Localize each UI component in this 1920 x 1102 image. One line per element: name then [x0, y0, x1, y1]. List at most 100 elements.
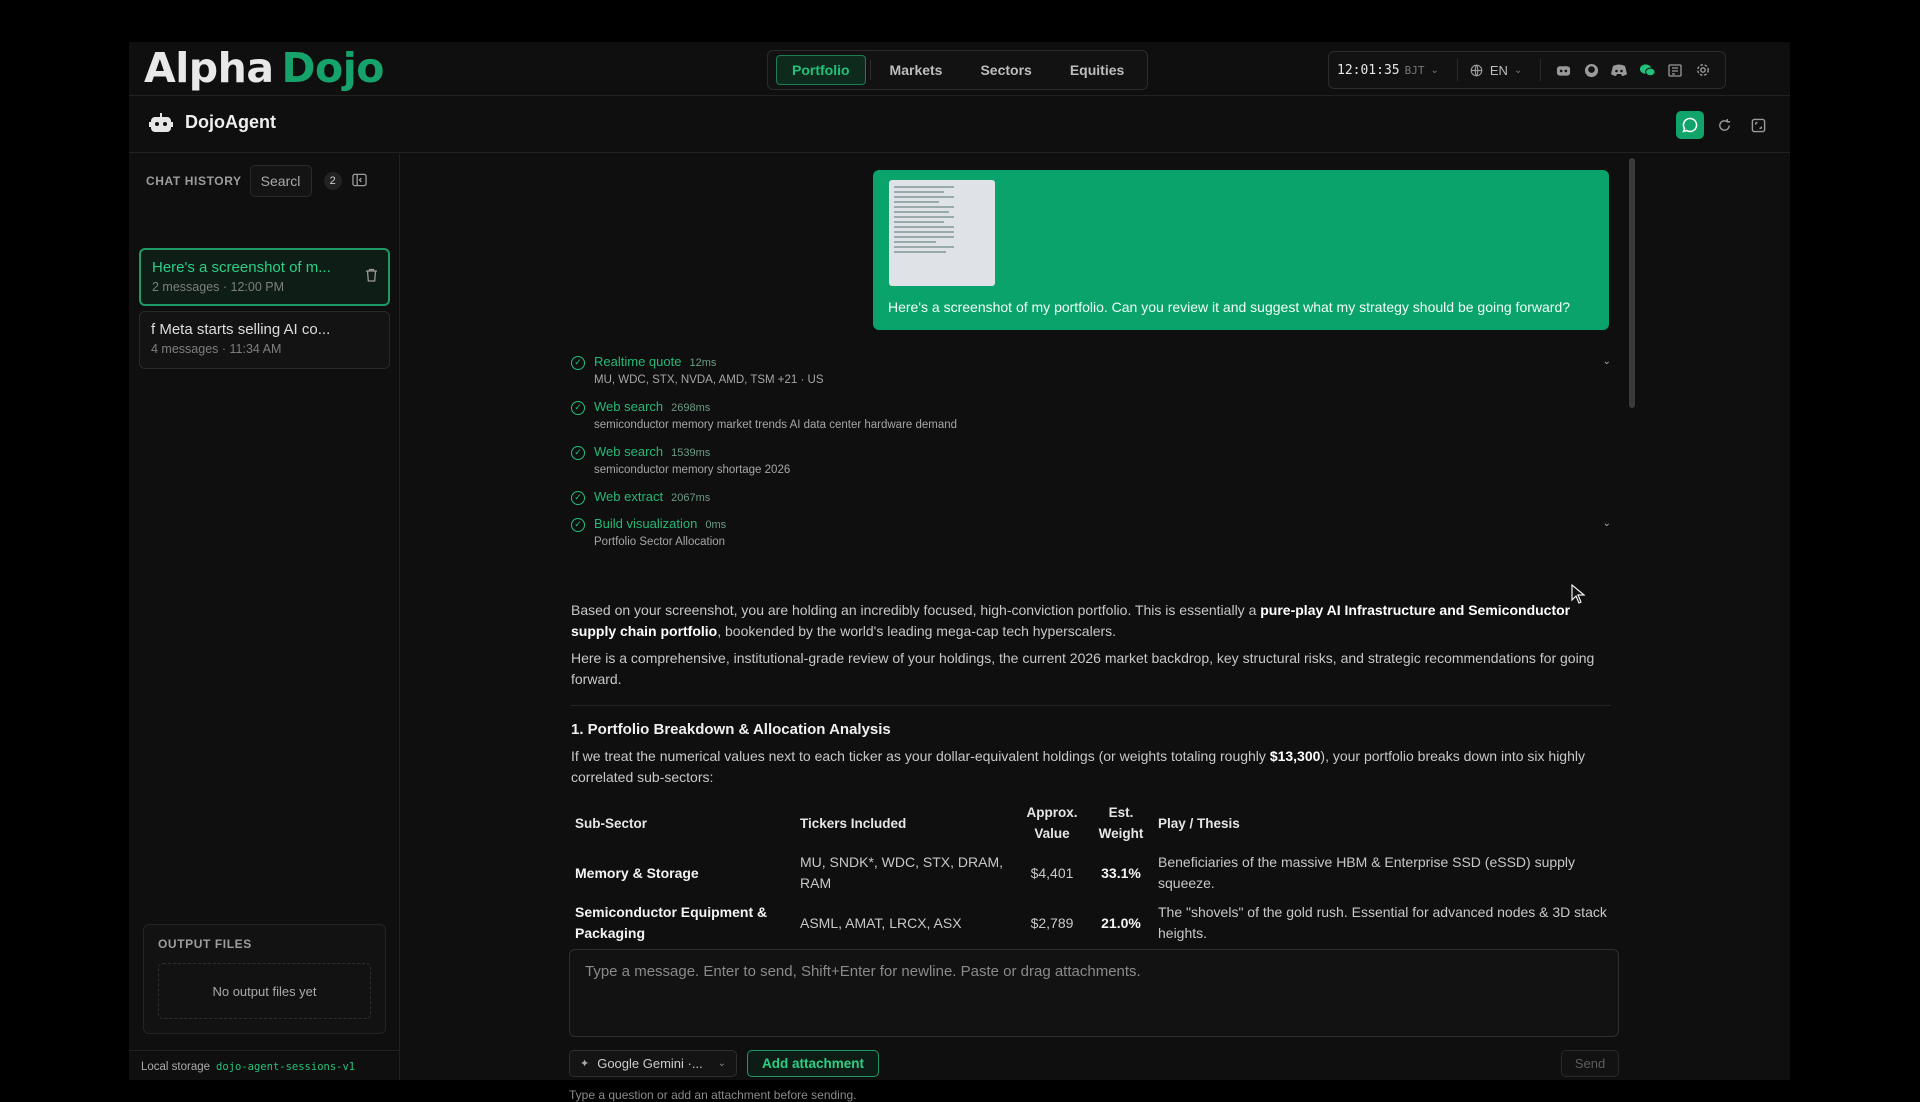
wechat-icon[interactable] [1635, 58, 1659, 82]
chat-title: f Meta starts selling AI co... [151, 321, 331, 338]
nav-tab-markets[interactable]: Markets [875, 56, 958, 84]
tool-call-item[interactable]: ✓ Build visualization 0ms Portfolio Secto… [571, 516, 1611, 561]
robot-icon[interactable] [1551, 58, 1575, 82]
agent-actions [1670, 111, 1772, 139]
check-circle-icon: ✓ [571, 401, 585, 415]
newspaper-icon[interactable] [1663, 58, 1687, 82]
scrollbar[interactable] [1629, 158, 1635, 408]
divider [1456, 59, 1458, 81]
response-paragraph: Here is a comprehensive, institutional-g… [571, 650, 1595, 687]
nav-divider [869, 60, 871, 80]
clock-time: 12:01:35 [1337, 62, 1400, 78]
column-header: Sub-Sector [575, 815, 648, 831]
nav-tab-equities[interactable]: Equities [1055, 56, 1139, 84]
tool-description: semiconductor memory market trends AI da… [594, 419, 958, 431]
output-files-empty: No output files yet [158, 963, 371, 1019]
nav-tab-sectors[interactable]: Sectors [965, 56, 1046, 84]
divider [1540, 59, 1542, 81]
column-header: Approx. Value [1026, 805, 1078, 841]
divider [571, 705, 1611, 706]
language-label: EN [1489, 62, 1508, 78]
portfolio-screenshot-thumbnail[interactable] [889, 180, 995, 286]
message-input[interactable] [570, 950, 1618, 1036]
chat-title: Here's a screenshot of m... [152, 259, 331, 276]
tool-call-item[interactable]: ✓ Realtime quote 12ms MU, WDC, STX, NVDA,… [571, 354, 1611, 399]
table-cell: Memory & Storage [575, 864, 699, 881]
tool-call-item[interactable]: ✓ Web search 2698ms semiconductor memory … [571, 399, 1611, 444]
collapse-sidebar-icon[interactable] [351, 173, 367, 190]
refresh-icon[interactable] [1710, 111, 1738, 139]
expand-icon[interactable] [1744, 111, 1772, 139]
logo-dojo: Dojo [281, 44, 385, 92]
check-circle-icon: ✓ [571, 491, 585, 505]
tool-name: Web extract 2067ms [594, 489, 711, 504]
table-cell: ASML, AMAT, LRCX, ASX [800, 914, 962, 931]
chat-meta: 2 messages · 12:00 PM [152, 280, 285, 294]
logo[interactable]: Alpha Dojo [144, 44, 384, 92]
agent-name: DojoAgent [185, 112, 276, 132]
language-selector[interactable]: EN ⌄ [1466, 58, 1532, 82]
response-paragraph: Based on your screenshot, you are holdin… [571, 602, 1571, 639]
top-bar: Alpha Dojo Portfolio Markets Sectors Equi… [129, 42, 1790, 96]
assistant-response: Based on your screenshot, you are holdin… [571, 600, 1611, 948]
agent-title: DojoAgent [149, 112, 276, 133]
header-controls: 12:01:35 BJT ⌄ EN ⌄ [1328, 51, 1727, 89]
model-selector[interactable]: ✦ Google Gemini ·... ⌄ [569, 1050, 737, 1077]
globe-icon [1468, 58, 1486, 82]
check-circle-icon: ✓ [571, 356, 585, 370]
local-storage-label: Local storage [141, 1061, 211, 1073]
column-header: Play / Thesis [1158, 815, 1240, 831]
table-header-row: Sub-Sector Tickers Included Approx. Valu… [571, 798, 1611, 848]
trash-icon[interactable] [365, 268, 378, 285]
mouse-cursor-icon [1571, 584, 1585, 604]
chat-history-label: CHAT HISTORY [146, 174, 242, 188]
output-files-label: OUTPUT FILES [158, 937, 252, 951]
chat-history-item[interactable]: Here's a screenshot of m... 2 messages ·… [139, 248, 390, 306]
user-message-text: Here's a screenshot of my portfolio. Can… [888, 299, 1571, 315]
tool-call-item[interactable]: ✓ Web search 1539ms semiconductor memory … [571, 444, 1611, 489]
tool-description: MU, WDC, STX, NVDA, AMD, TSM +21 · US [594, 374, 824, 386]
tool-name: Realtime quote 12ms [594, 354, 717, 369]
table-cell: $4,401 [1030, 864, 1074, 881]
main-nav: Portfolio Markets Sectors Equities [767, 50, 1149, 90]
tool-call-item[interactable]: ✓ Web extract 2067ms [571, 489, 1611, 516]
chat-mode-icon[interactable] [1676, 111, 1704, 139]
local-storage-key: dojo-agent-sessions-v1 [216, 1061, 356, 1073]
nav-tab-portfolio[interactable]: Portfolio [776, 55, 866, 85]
gear-icon[interactable] [1691, 58, 1715, 82]
table-cell: MU, SNDK*, WDC, STX, DRAM, RAM [800, 854, 1004, 891]
message-input-box [569, 949, 1619, 1037]
sidebar: CHAT HISTORY 2 Here's a screenshot of m.… [129, 154, 400, 1080]
clock-timezone: BJT [1404, 63, 1425, 77]
user-message: Here's a screenshot of my portfolio. Can… [873, 170, 1609, 330]
allocation-table: Sub-Sector Tickers Included Approx. Valu… [571, 798, 1611, 948]
local-storage-info: Local storage dojo-agent-sessions-v1 [129, 1050, 400, 1080]
tool-description: Portfolio Sector Allocation [594, 536, 726, 548]
chevron-down-icon[interactable]: ⌄ [1603, 518, 1611, 529]
table-cell: 21.0% [1101, 914, 1141, 931]
table-cell: $2,789 [1030, 914, 1074, 931]
output-files-panel: OUTPUT FILES No output files yet [143, 924, 386, 1034]
tool-description: semiconductor memory shortage 2026 [594, 464, 791, 476]
chat-history-item[interactable]: f Meta starts selling AI co... 4 message… [139, 311, 390, 369]
add-attachment-button[interactable]: Add attachment [747, 1050, 879, 1077]
chevron-down-icon: ⌄ [1513, 64, 1523, 76]
clock-selector[interactable]: 12:01:35 BJT [1337, 63, 1425, 78]
tool-name: Web search 2698ms [594, 399, 711, 414]
send-button[interactable]: Send [1561, 1050, 1619, 1077]
table-row: Memory & Storage MU, SNDK*, WDC, STX, DR… [571, 848, 1611, 898]
github-icon[interactable] [1579, 58, 1603, 82]
chevron-down-icon[interactable]: ⌄ [1603, 356, 1611, 367]
table-row: Semiconductor Equipment & Packaging ASML… [571, 898, 1611, 948]
model-label: Google Gemini ·... [597, 1056, 703, 1071]
table-cell: 33.1% [1101, 864, 1141, 881]
chat-history-header: CHAT HISTORY 2 [146, 164, 386, 198]
discord-icon[interactable] [1607, 58, 1631, 82]
chevron-down-icon[interactable]: ⌄ [1431, 65, 1439, 76]
composer-hint: Type a question or add an attachment bef… [569, 1088, 857, 1102]
table-cell: Semiconductor Equipment & Packaging [575, 904, 768, 941]
chat-search-input[interactable] [249, 165, 312, 197]
table-cell: The "shovels" of the gold rush. Essentia… [1158, 904, 1607, 941]
logo-alpha: Alpha [144, 44, 274, 92]
composer-toolbar: ✦ Google Gemini ·... ⌄ Add attachment Se… [569, 1050, 1619, 1078]
